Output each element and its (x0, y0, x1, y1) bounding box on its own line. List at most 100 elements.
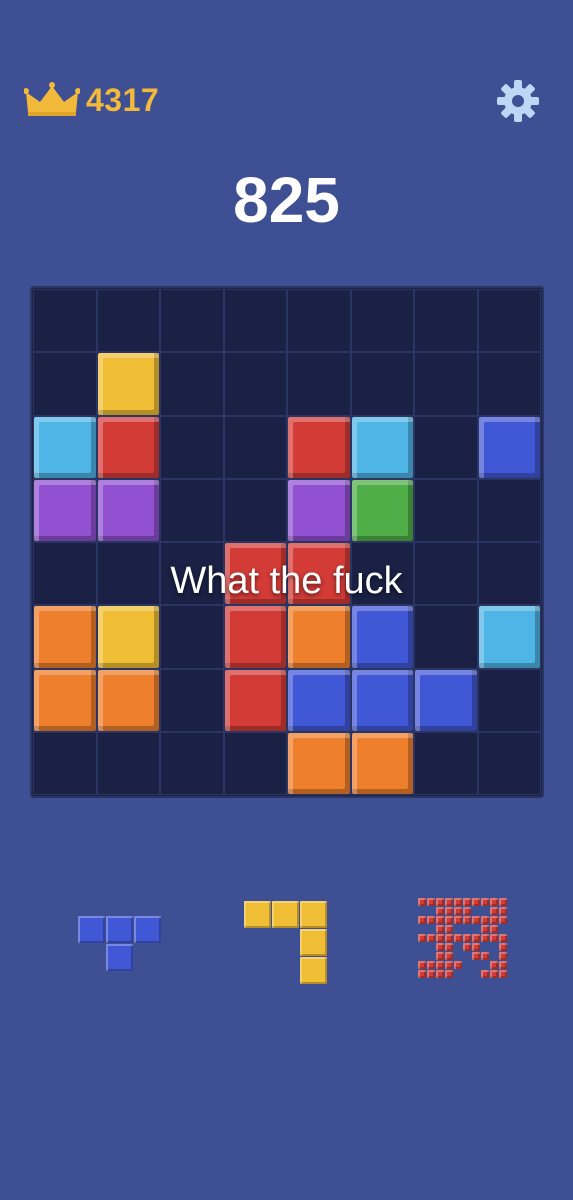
piece-block (454, 916, 462, 924)
piece-block (463, 907, 471, 915)
tray-piece-corner[interactable] (244, 901, 328, 985)
board-cell[interactable] (477, 731, 541, 795)
board-cell[interactable] (160, 415, 224, 479)
board-cell[interactable] (287, 289, 351, 353)
piece-block (463, 943, 471, 951)
piece-block (418, 934, 426, 942)
board-cell[interactable] (414, 731, 478, 795)
top-bar: 4317 825 (0, 0, 573, 236)
board-grid[interactable] (33, 289, 541, 795)
piece-block (418, 898, 426, 906)
board-cell[interactable] (96, 542, 160, 606)
board-cell[interactable] (160, 668, 224, 732)
board-cell[interactable] (160, 605, 224, 669)
block-lightblue (351, 416, 413, 478)
board-cell[interactable] (477, 289, 541, 353)
block-orange (97, 669, 159, 731)
piece-block (427, 961, 435, 969)
piece-block (481, 970, 489, 978)
block-orange (351, 732, 413, 794)
piece-block (436, 925, 444, 933)
tray-piece-red[interactable] (418, 898, 508, 979)
block-lightblue (478, 606, 540, 668)
board-cell[interactable] (414, 605, 478, 669)
board-cell[interactable] (414, 542, 478, 606)
piece-block (436, 916, 444, 924)
piece-block (490, 907, 498, 915)
board-cell[interactable] (287, 352, 351, 416)
block-orange (288, 732, 350, 794)
piece-block (244, 901, 271, 928)
piece-block (463, 934, 471, 942)
piece-block (106, 916, 133, 943)
board-cell[interactable] (350, 352, 414, 416)
block-orange (288, 606, 350, 668)
piece-block (134, 916, 161, 943)
piece-block (490, 925, 498, 933)
board-cell[interactable] (477, 542, 541, 606)
board-cell[interactable] (160, 478, 224, 542)
board-cell[interactable] (96, 731, 160, 795)
piece-block (436, 952, 444, 960)
board-cell[interactable] (33, 542, 97, 606)
piece-block (481, 925, 489, 933)
board-cell[interactable] (477, 352, 541, 416)
board-cell[interactable] (223, 289, 287, 353)
tray-piece-t[interactable] (78, 916, 162, 972)
block-blue (478, 416, 540, 478)
board-cell[interactable] (96, 289, 160, 353)
board-cell[interactable] (33, 352, 97, 416)
piece-block (436, 961, 444, 969)
piece-block (490, 970, 498, 978)
best-score-display: 4317 (24, 78, 159, 122)
board-cell[interactable] (160, 352, 224, 416)
settings-button[interactable] (495, 78, 541, 124)
piece-block (445, 952, 453, 960)
board-cell[interactable] (477, 478, 541, 542)
board-cell[interactable] (223, 731, 287, 795)
board-cell[interactable] (414, 352, 478, 416)
board-cell[interactable] (414, 478, 478, 542)
piece-block (463, 898, 471, 906)
piece-block (436, 934, 444, 942)
piece-block (490, 961, 498, 969)
game-board[interactable] (30, 286, 544, 798)
board-cell[interactable] (350, 542, 414, 606)
board-cell[interactable] (160, 731, 224, 795)
piece-block (427, 898, 435, 906)
piece-block (481, 898, 489, 906)
piece-block (445, 943, 453, 951)
block-yellow (97, 353, 159, 415)
block-yellow (97, 606, 159, 668)
piece-block (463, 916, 471, 924)
piece-block (445, 907, 453, 915)
piece-block (499, 943, 507, 951)
block-blue (288, 669, 350, 731)
piece-block (481, 934, 489, 942)
board-cell[interactable] (160, 542, 224, 606)
board-cell[interactable] (160, 289, 224, 353)
board-cell[interactable] (223, 352, 287, 416)
piece-block (445, 925, 453, 933)
crown-icon (24, 82, 80, 118)
block-orange (34, 669, 96, 731)
block-blue (351, 669, 413, 731)
block-purple (34, 479, 96, 541)
board-cell[interactable] (414, 415, 478, 479)
piece-block (490, 898, 498, 906)
piece-block (445, 898, 453, 906)
board-cell[interactable] (33, 731, 97, 795)
piece-block (300, 957, 327, 984)
block-red (288, 416, 350, 478)
board-cell[interactable] (477, 668, 541, 732)
best-score: 4317 (86, 81, 160, 118)
board-cell[interactable] (223, 415, 287, 479)
board-cell[interactable] (414, 289, 478, 353)
piece-block (472, 916, 480, 924)
block-purple (288, 479, 350, 541)
board-cell[interactable] (350, 289, 414, 353)
current-score: 825 (233, 164, 340, 236)
piece-block (106, 944, 133, 971)
board-cell[interactable] (223, 478, 287, 542)
board-cell[interactable] (33, 289, 97, 353)
